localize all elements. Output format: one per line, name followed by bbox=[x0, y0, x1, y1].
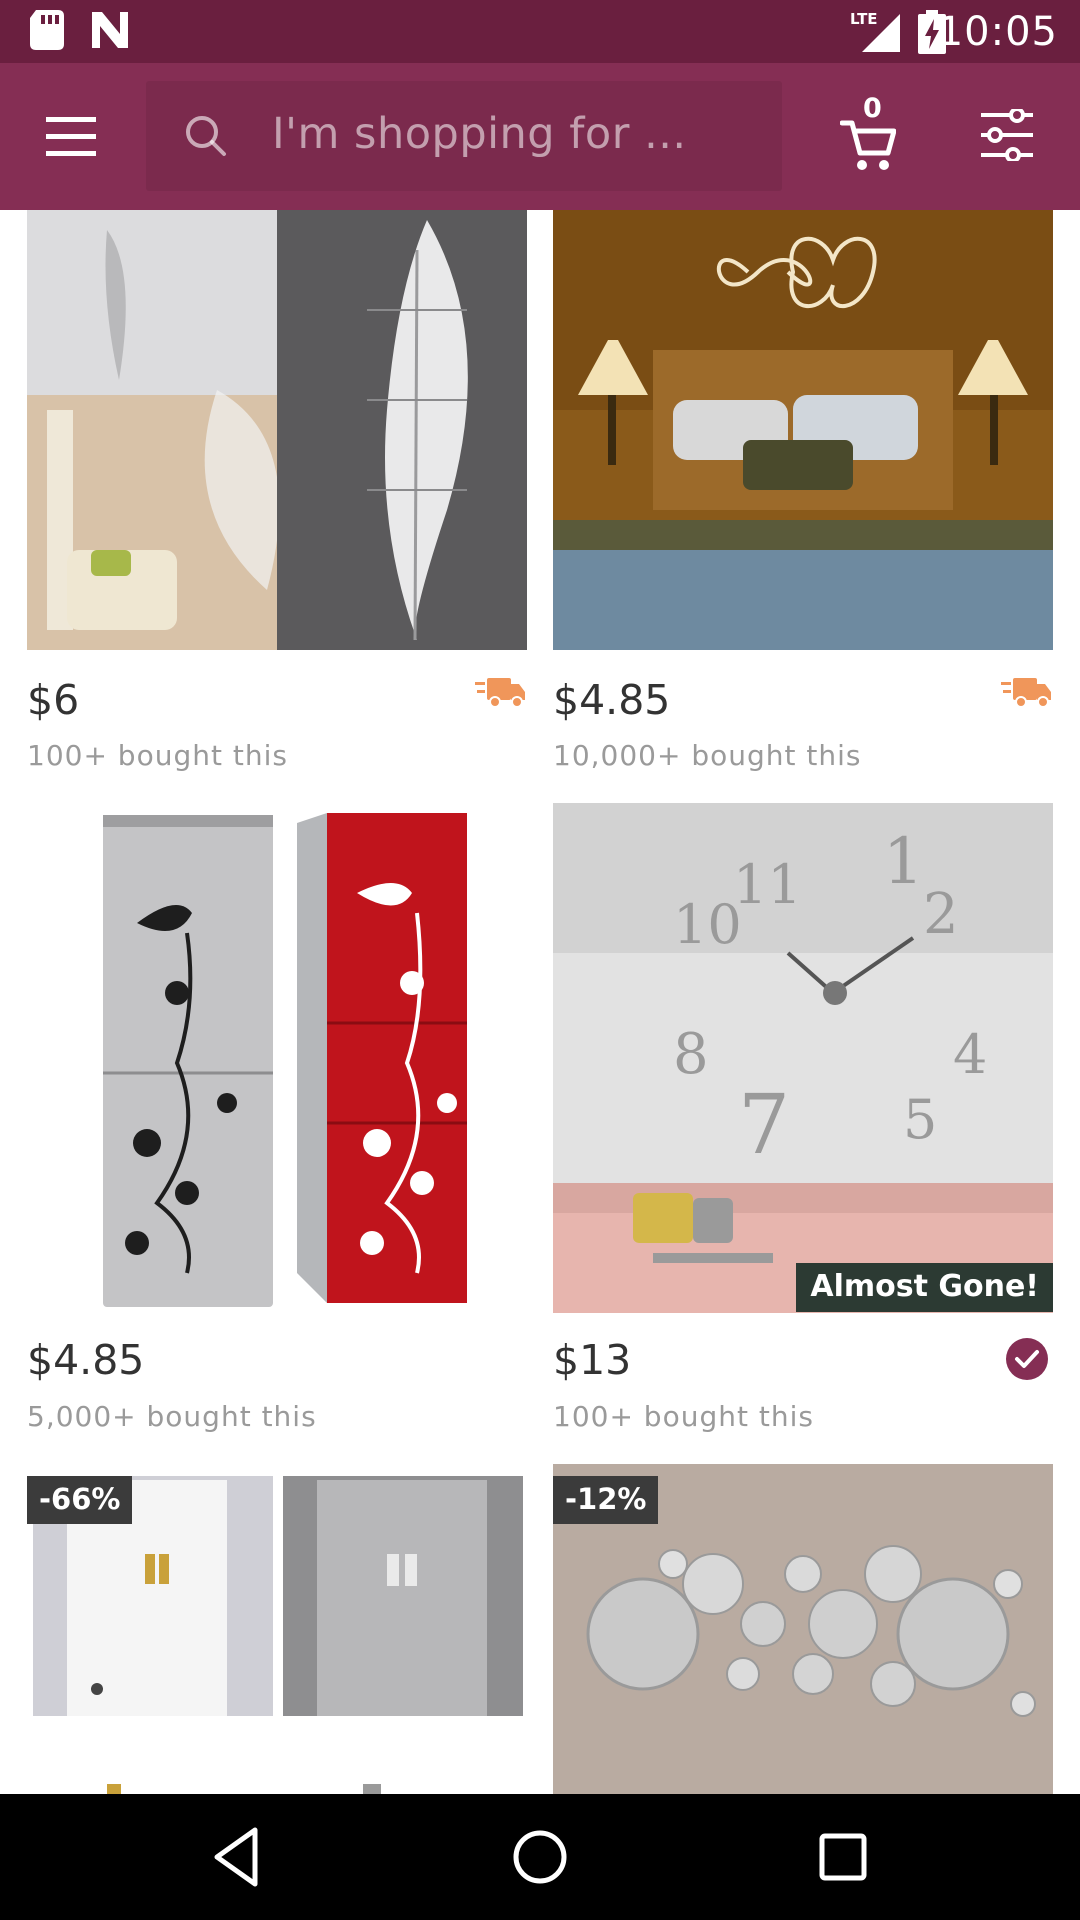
recents-button[interactable] bbox=[808, 1822, 878, 1892]
product-bought-count: 5,000+ bought this bbox=[27, 1400, 317, 1433]
product-price: $4.85 bbox=[553, 676, 671, 724]
verified-check-icon bbox=[1005, 1337, 1049, 1386]
search-placeholder: I'm shopping for ... bbox=[272, 109, 687, 159]
product-card[interactable]: -66% bbox=[27, 1464, 527, 1794]
svg-text:4: 4 bbox=[953, 1023, 987, 1086]
product-price: $4.85 bbox=[27, 1336, 145, 1384]
product-card[interactable]: -12% bbox=[553, 1464, 1053, 1794]
search-input[interactable]: I'm shopping for ... bbox=[146, 81, 782, 191]
svg-text:LTE: LTE bbox=[850, 10, 878, 28]
product-card[interactable]: $4.85 10,000+ bought this bbox=[553, 210, 1053, 780]
filter-button[interactable] bbox=[974, 103, 1040, 169]
svg-text:10: 10 bbox=[673, 893, 742, 956]
product-price: $13 bbox=[553, 1336, 632, 1384]
product-grid: $6 100+ bought this $4.85 10,000+ bought… bbox=[0, 210, 1080, 1794]
svg-text:5: 5 bbox=[903, 1088, 937, 1151]
svg-text:7: 7 bbox=[738, 1078, 790, 1173]
sd-card-icon bbox=[30, 10, 64, 55]
home-button[interactable] bbox=[505, 1822, 575, 1892]
svg-text:8: 8 bbox=[673, 1022, 709, 1087]
filter-sliders-icon bbox=[981, 109, 1033, 161]
app-bar: I'm shopping for ... 0 bbox=[0, 63, 1080, 210]
svg-text:1: 1 bbox=[883, 825, 924, 899]
product-image[interactable] bbox=[27, 210, 527, 650]
product-bought-count: 100+ bought this bbox=[27, 739, 288, 772]
status-time: 10:05 bbox=[937, 9, 1058, 55]
shopping-cart-icon bbox=[840, 120, 896, 170]
cart-button[interactable]: 0 bbox=[832, 93, 908, 179]
fast-shipping-truck-icon bbox=[1001, 674, 1053, 715]
discount-badge: -66% bbox=[27, 1476, 133, 1524]
product-bought-count: 10,000+ bought this bbox=[553, 739, 862, 772]
search-icon bbox=[184, 114, 228, 163]
product-card[interactable]: $4.85 5,000+ bought this bbox=[27, 803, 527, 1433]
fast-shipping-truck-icon bbox=[475, 674, 527, 715]
svg-text:11: 11 bbox=[733, 853, 802, 916]
svg-text:2: 2 bbox=[923, 882, 959, 947]
menu-button[interactable] bbox=[30, 107, 116, 167]
product-image[interactable] bbox=[553, 210, 1053, 650]
signal-icon: LTE bbox=[850, 10, 902, 59]
status-bar: LTE 10:05 bbox=[0, 0, 1080, 63]
back-icon bbox=[214, 1827, 258, 1887]
product-card[interactable]: 11 10 1 2 8 4 7 5 Almost Gone! $13 100+ … bbox=[553, 803, 1053, 1433]
product-card[interactable]: $6 100+ bought this bbox=[27, 210, 527, 780]
navigation-bar bbox=[0, 1794, 1080, 1920]
home-icon bbox=[513, 1830, 567, 1884]
almost-gone-label: Almost Gone! bbox=[796, 1263, 1053, 1312]
n-notification-icon bbox=[88, 10, 132, 55]
hamburger-menu-icon bbox=[46, 117, 96, 156]
product-image[interactable] bbox=[27, 803, 527, 1313]
product-bought-count: 100+ bought this bbox=[553, 1400, 814, 1433]
product-price: $6 bbox=[27, 676, 80, 724]
product-image[interactable]: 11 10 1 2 8 4 7 5 bbox=[553, 803, 1053, 1313]
discount-badge: -12% bbox=[553, 1476, 659, 1524]
back-button[interactable] bbox=[205, 1822, 275, 1892]
recents-icon bbox=[819, 1833, 867, 1881]
